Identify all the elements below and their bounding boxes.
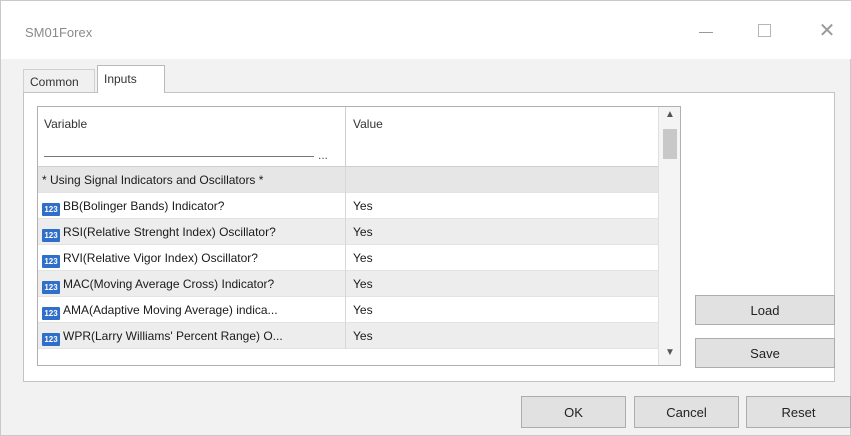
cancel-button[interactable]: Cancel: [634, 396, 739, 428]
numeric-type-icon: 123: [42, 255, 60, 268]
group-label: * Using Signal Indicators and Oscillator…: [38, 167, 346, 193]
window-title: SM01Forex: [25, 25, 93, 40]
table-row[interactable]: 123 MAC(Moving Average Cross) Indicator? …: [38, 271, 658, 297]
column-ellipsis: ...: [318, 148, 329, 162]
value-cell[interactable]: Yes: [347, 323, 658, 349]
value-cell[interactable]: Yes: [347, 193, 658, 219]
variable-cell: 123 BB(Bolinger Bands) Indicator?: [38, 193, 346, 219]
close-icon: ✕: [818, 19, 836, 42]
column-header-value-label: Value: [353, 117, 383, 131]
tab-inputs[interactable]: Inputs: [97, 65, 165, 93]
variable-name: BB(Bolinger Bands) Indicator?: [63, 199, 225, 213]
numeric-type-icon: 123: [42, 281, 60, 294]
table-row[interactable]: 123 WPR(Larry Williams' Percent Range) O.…: [38, 323, 658, 349]
group-row[interactable]: * Using Signal Indicators and Oscillator…: [38, 167, 658, 193]
grid-rows: * Using Signal Indicators and Oscillator…: [38, 167, 658, 349]
maximize-icon: [757, 23, 771, 37]
scroll-up-icon[interactable]: ▲: [659, 109, 680, 125]
scroll-thumb[interactable]: [663, 129, 677, 159]
grid-header: Variable ... Value: [38, 107, 658, 167]
numeric-type-icon: 123: [42, 307, 60, 320]
title-bar: SM01Forex ✕: [1, 1, 851, 59]
value-cell[interactable]: Yes: [347, 271, 658, 297]
variable-cell: 123 MAC(Moving Average Cross) Indicator?: [38, 271, 346, 297]
tab-common[interactable]: Common: [23, 69, 95, 93]
column-header-variable[interactable]: Variable ...: [38, 107, 346, 167]
table-row[interactable]: 123 RVI(Relative Vigor Index) Oscillator?…: [38, 245, 658, 271]
scroll-down-icon[interactable]: ▼: [659, 347, 680, 363]
table-row[interactable]: 123 BB(Bolinger Bands) Indicator? Yes: [38, 193, 658, 219]
close-button[interactable]: ✕: [807, 15, 847, 45]
numeric-type-icon: 123: [42, 333, 60, 346]
variable-cell: 123 RVI(Relative Vigor Index) Oscillator?: [38, 245, 346, 271]
table-row[interactable]: 123 RSI(Relative Strenght Index) Oscillat…: [38, 219, 658, 245]
variable-name: RVI(Relative Vigor Index) Oscillator?: [63, 251, 258, 265]
column-filter-line: [44, 156, 314, 157]
reset-button[interactable]: Reset: [746, 396, 851, 428]
vertical-scrollbar[interactable]: ▲ ▼: [658, 107, 680, 365]
value-cell[interactable]: Yes: [347, 245, 658, 271]
minimize-icon: [699, 31, 713, 33]
minimize-button[interactable]: [686, 15, 726, 45]
save-button[interactable]: Save: [695, 338, 835, 368]
ok-button[interactable]: OK: [521, 396, 626, 428]
column-header-variable-label: Variable: [44, 117, 88, 131]
table-row[interactable]: 123 AMA(Adaptive Moving Average) indica..…: [38, 297, 658, 323]
group-label-text: * Using Signal Indicators and Oscillator…: [42, 173, 264, 187]
numeric-type-icon: 123: [42, 229, 60, 242]
group-value-cell: [347, 167, 658, 193]
inputs-grid: Variable ... Value * Using Signal Indica…: [37, 106, 681, 366]
expert-properties-dialog: SM01Forex ✕ Common Inputs Variable ... V…: [0, 0, 851, 436]
maximize-button[interactable]: [744, 15, 784, 45]
load-button[interactable]: Load: [695, 295, 835, 325]
variable-cell: 123 AMA(Adaptive Moving Average) indica..…: [38, 297, 346, 323]
numeric-type-icon: 123: [42, 203, 60, 216]
variable-cell: 123 WPR(Larry Williams' Percent Range) O.…: [38, 323, 346, 349]
variable-name: MAC(Moving Average Cross) Indicator?: [63, 277, 275, 291]
variable-cell: 123 RSI(Relative Strenght Index) Oscillat…: [38, 219, 346, 245]
variable-name: WPR(Larry Williams' Percent Range) O...: [63, 329, 283, 343]
column-header-value[interactable]: Value: [347, 107, 658, 167]
value-cell[interactable]: Yes: [347, 297, 658, 323]
variable-name: RSI(Relative Strenght Index) Oscillator?: [63, 225, 276, 239]
variable-name: AMA(Adaptive Moving Average) indica...: [63, 303, 278, 317]
value-cell[interactable]: Yes: [347, 219, 658, 245]
